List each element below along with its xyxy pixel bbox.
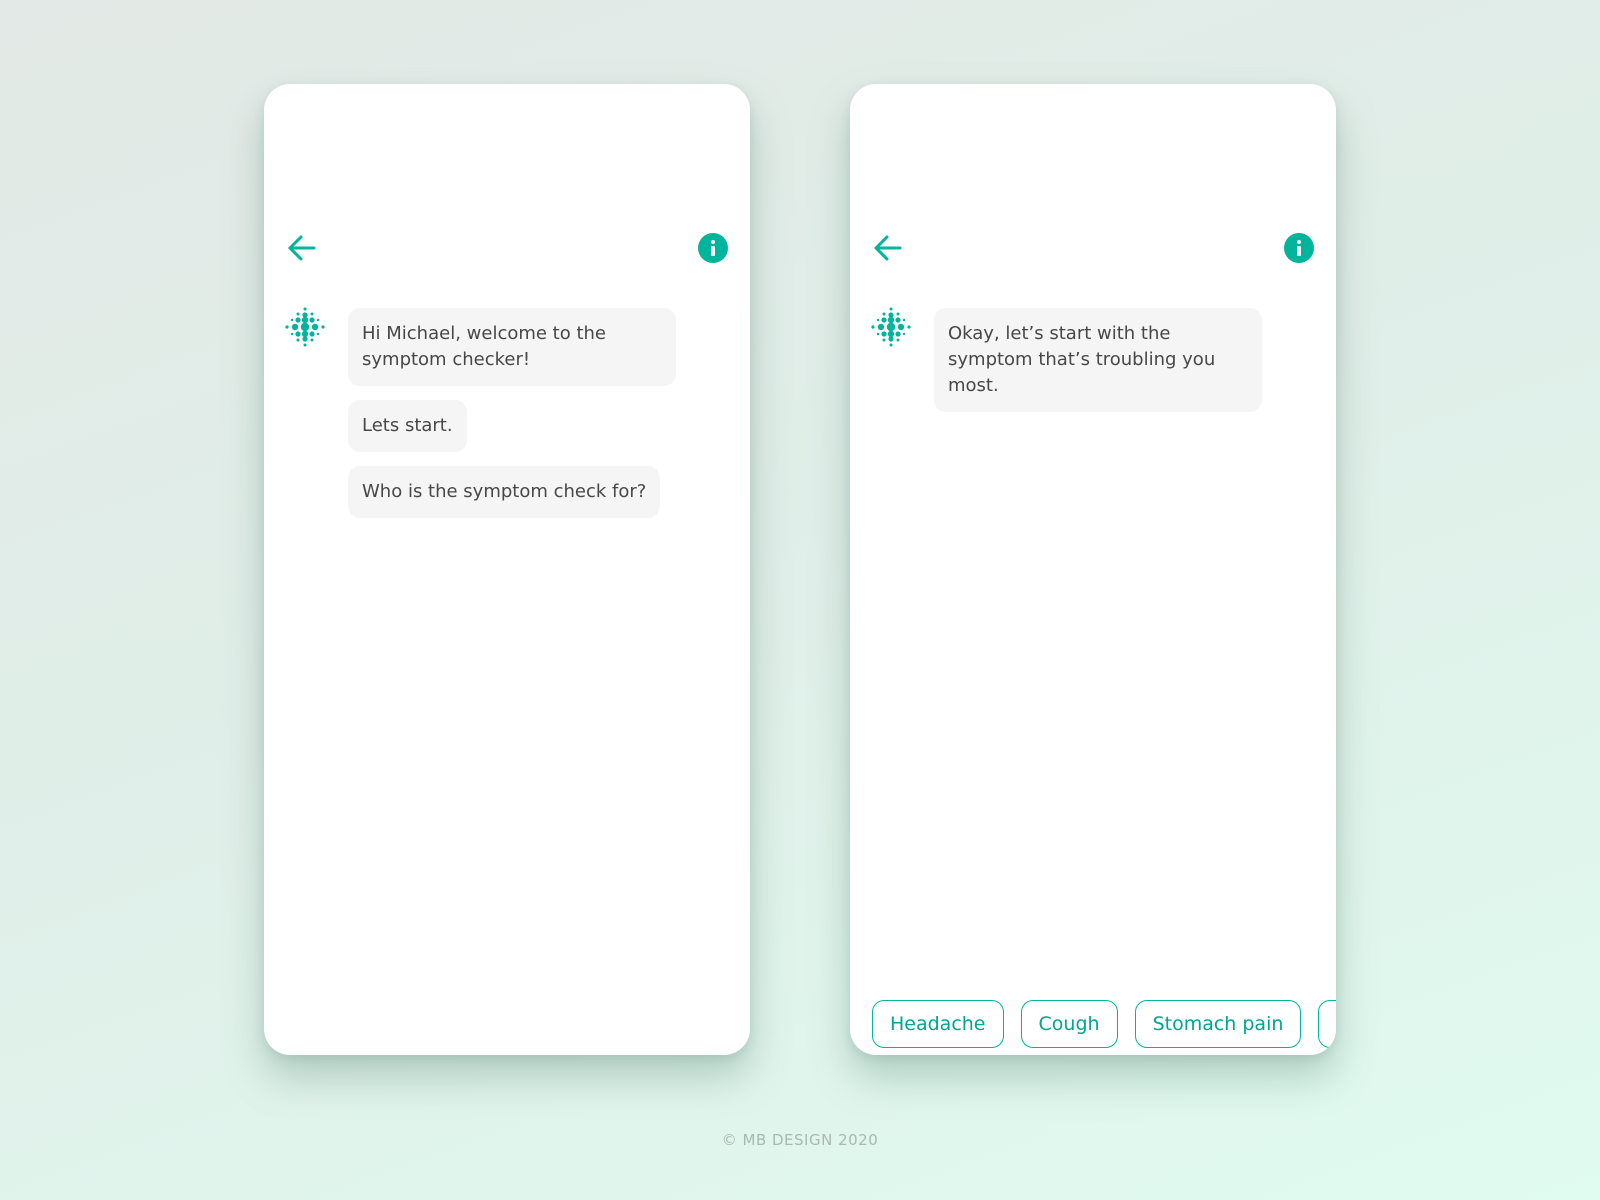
avatar-dot — [291, 323, 299, 331]
avatar-dot — [302, 336, 308, 342]
avatar-dot — [300, 322, 310, 332]
avatar-dot — [316, 318, 320, 322]
chip-stomach-pain[interactable]: Stomach pain — [1134, 1000, 1302, 1048]
message-list: Hi Michael, welcome to the symptom check… — [348, 308, 676, 532]
info-icon — [711, 240, 715, 244]
copyright-footer: © MB DESIGN 2020 — [721, 1131, 879, 1149]
avatar-dot — [316, 332, 320, 336]
bot-message: Okay, let’s start with the symptom that’… — [934, 308, 1262, 412]
avatar-dot — [290, 318, 294, 322]
avatar-dot — [881, 331, 887, 337]
avatar-dot — [877, 323, 885, 331]
avatar-dot — [301, 330, 309, 338]
chat-screen-right: Okay, let’s start with the symptom that’… — [850, 84, 1336, 1055]
avatar-dot — [889, 307, 893, 311]
chip-runny-nose[interactable]: Runny nose — [1318, 1000, 1336, 1048]
avatar-dot — [876, 332, 880, 336]
info-icon — [1297, 240, 1301, 244]
bot-message: Lets start. — [348, 400, 467, 452]
avatar-dot — [311, 323, 319, 331]
bot-message: Who is the symptom check for? — [348, 466, 661, 518]
avatar-dot — [876, 318, 880, 322]
info-button[interactable] — [698, 233, 728, 263]
back-button[interactable] — [286, 232, 318, 264]
avatar-dot — [290, 332, 294, 336]
avatar-dot — [310, 312, 314, 316]
avatar-dot — [881, 317, 887, 323]
avatar-dot — [295, 331, 301, 337]
chip-cough[interactable]: Cough — [1020, 1000, 1118, 1048]
avatar-dot — [888, 336, 894, 342]
avatar-dot — [321, 325, 325, 329]
bot-avatar-icon — [871, 307, 911, 347]
avatar-dot — [303, 343, 307, 347]
avatar-dot — [303, 307, 307, 311]
avatar-dot — [882, 338, 886, 342]
avatar-dot — [309, 331, 315, 337]
avatar-dot — [871, 325, 875, 329]
avatar-dot — [895, 331, 901, 337]
bot-avatar-icon — [285, 307, 325, 347]
avatar-dot — [285, 325, 289, 329]
chat-screen-left: Hi Michael, welcome to the symptom check… — [264, 84, 750, 1055]
avatar-dot — [895, 317, 901, 323]
avatar-dot — [886, 322, 896, 332]
avatar-dot — [897, 323, 905, 331]
avatar-dot — [882, 312, 886, 316]
symptom-suggestions: Headache Cough Stomach pain Runny nose — [872, 1000, 1336, 1048]
avatar-dot — [907, 325, 911, 329]
avatar-dot — [887, 330, 895, 338]
avatar-dot — [296, 312, 300, 316]
avatar-dot — [889, 343, 893, 347]
avatar-dot — [296, 338, 300, 342]
avatar-dot — [896, 338, 900, 342]
message-list: Okay, let’s start with the symptom that’… — [934, 308, 1262, 426]
avatar-dot — [295, 317, 301, 323]
avatar-dot — [902, 318, 906, 322]
arrow-left-icon — [288, 235, 316, 261]
avatar-dot — [301, 316, 309, 324]
back-button[interactable] — [872, 232, 904, 264]
avatar-dot — [902, 332, 906, 336]
chip-headache[interactable]: Headache — [872, 1000, 1004, 1048]
bot-message: Hi Michael, welcome to the symptom check… — [348, 308, 676, 386]
arrow-left-icon — [874, 235, 902, 261]
avatar-dot — [896, 312, 900, 316]
avatar-dot — [309, 317, 315, 323]
avatar-dot — [887, 316, 895, 324]
info-button[interactable] — [1284, 233, 1314, 263]
avatar-dot — [310, 338, 314, 342]
